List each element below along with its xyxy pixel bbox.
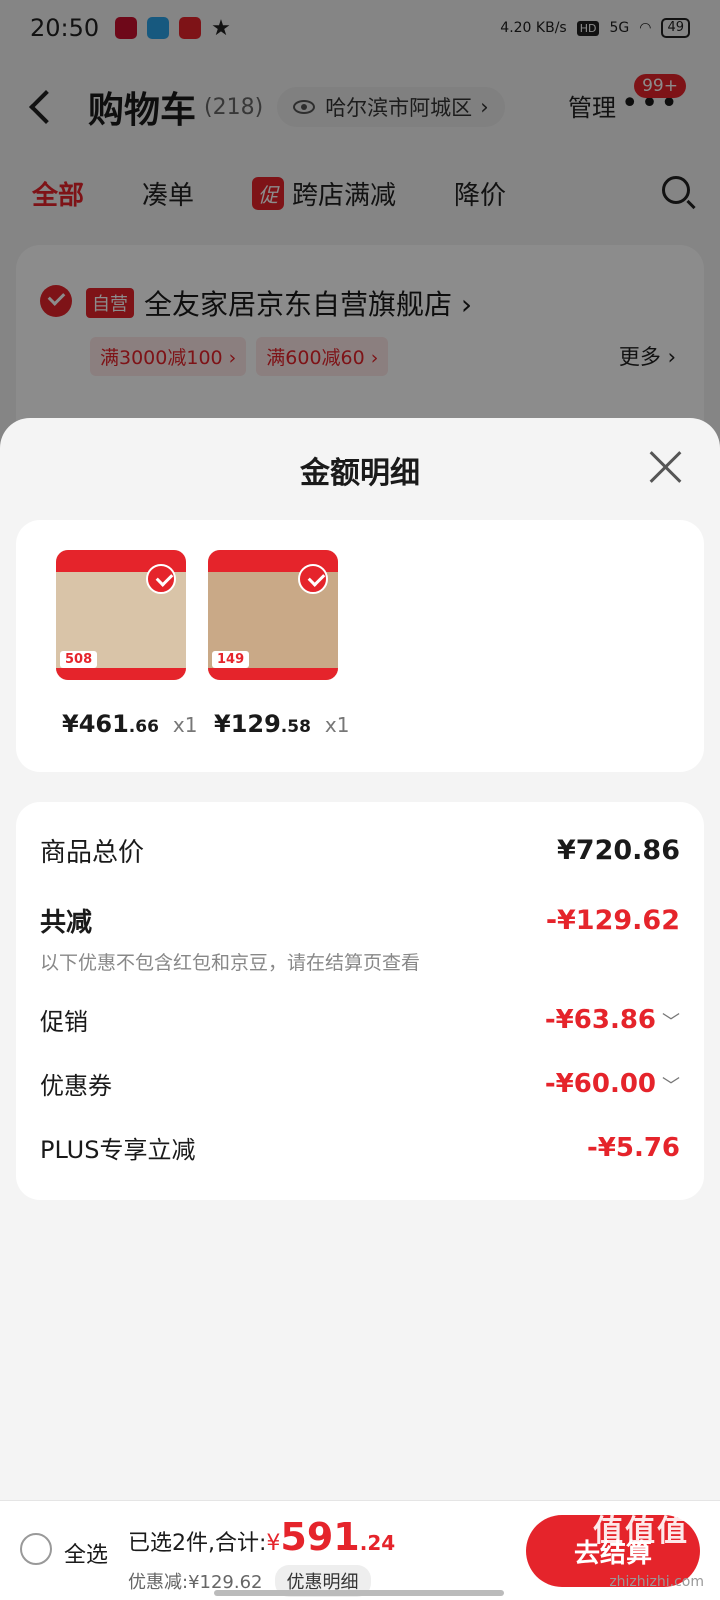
reduce-value: -¥129.62 bbox=[545, 905, 680, 936]
close-icon[interactable] bbox=[648, 448, 684, 484]
coupon-row[interactable]: 优惠券 -¥60.00 ﹀ bbox=[40, 1066, 680, 1101]
amount-details: 商品总价 ¥720.86 共减 -¥129.62 以下优惠不包含红包和京豆，请在… bbox=[16, 802, 704, 1200]
watermark: 值值值 bbox=[593, 1514, 689, 1549]
reduce-label: 共减 bbox=[40, 908, 93, 938]
product-price: ¥461.66 x1 bbox=[62, 710, 198, 738]
chevron-down-icon: ﹀ bbox=[662, 1075, 680, 1097]
product-image-price: 508 bbox=[60, 651, 98, 668]
product-item[interactable]: 149 ¥129.58 x1 bbox=[208, 550, 349, 738]
plus-value: -¥5.76 bbox=[586, 1132, 680, 1163]
total-row: 商品总价 ¥720.86 bbox=[40, 832, 680, 869]
plus-row: PLUS专享立减 -¥5.76 bbox=[40, 1130, 680, 1165]
amount-detail-sheet: 金额明细 508 ¥461.66 x1 149 ¥129.58 x1 商品总价 … bbox=[0, 418, 720, 1600]
product-check-icon bbox=[298, 564, 328, 594]
promo-value: -¥63.86 ﹀ bbox=[544, 1004, 680, 1035]
product-image: 508 bbox=[56, 550, 186, 680]
discount-note: 以下优惠不包含红包和京豆，请在结算页查看 bbox=[40, 952, 421, 974]
total-label: 商品总价 bbox=[40, 838, 145, 868]
selected-products: 508 ¥461.66 x1 149 ¥129.58 x1 bbox=[16, 520, 704, 772]
chevron-down-icon: ﹀ bbox=[662, 1011, 680, 1033]
product-check-icon bbox=[146, 564, 176, 594]
home-indicator[interactable] bbox=[214, 1590, 504, 1596]
product-image-price: 149 bbox=[212, 651, 250, 668]
coupon-value: -¥60.00 ﹀ bbox=[544, 1068, 680, 1099]
total-amount: 591 bbox=[280, 1515, 360, 1559]
sheet-title: 金额明细 bbox=[300, 456, 420, 491]
plus-label: PLUS专享立减 bbox=[40, 1136, 196, 1164]
product-qty: x1 bbox=[324, 713, 350, 737]
reduce-row: 共减 -¥129.62 bbox=[40, 902, 680, 939]
select-all-label[interactable]: 全选 bbox=[64, 1537, 108, 1569]
total-value: ¥720.86 bbox=[557, 835, 680, 866]
product-item[interactable]: 508 ¥461.66 x1 bbox=[56, 550, 197, 738]
promo-row[interactable]: 促销 -¥63.86 ﹀ bbox=[40, 1002, 680, 1037]
product-image: 149 bbox=[208, 550, 338, 680]
product-price: ¥129.58 x1 bbox=[214, 710, 350, 738]
watermark-url: zhizhizhi.com bbox=[609, 1574, 704, 1590]
coupon-label: 优惠券 bbox=[40, 1072, 112, 1100]
total-summary: 已选2件,合计: ¥ 591 .24 bbox=[128, 1515, 396, 1559]
select-all-checkbox[interactable] bbox=[20, 1533, 52, 1565]
product-qty: x1 bbox=[172, 713, 198, 737]
promo-label: 促销 bbox=[40, 1008, 88, 1036]
